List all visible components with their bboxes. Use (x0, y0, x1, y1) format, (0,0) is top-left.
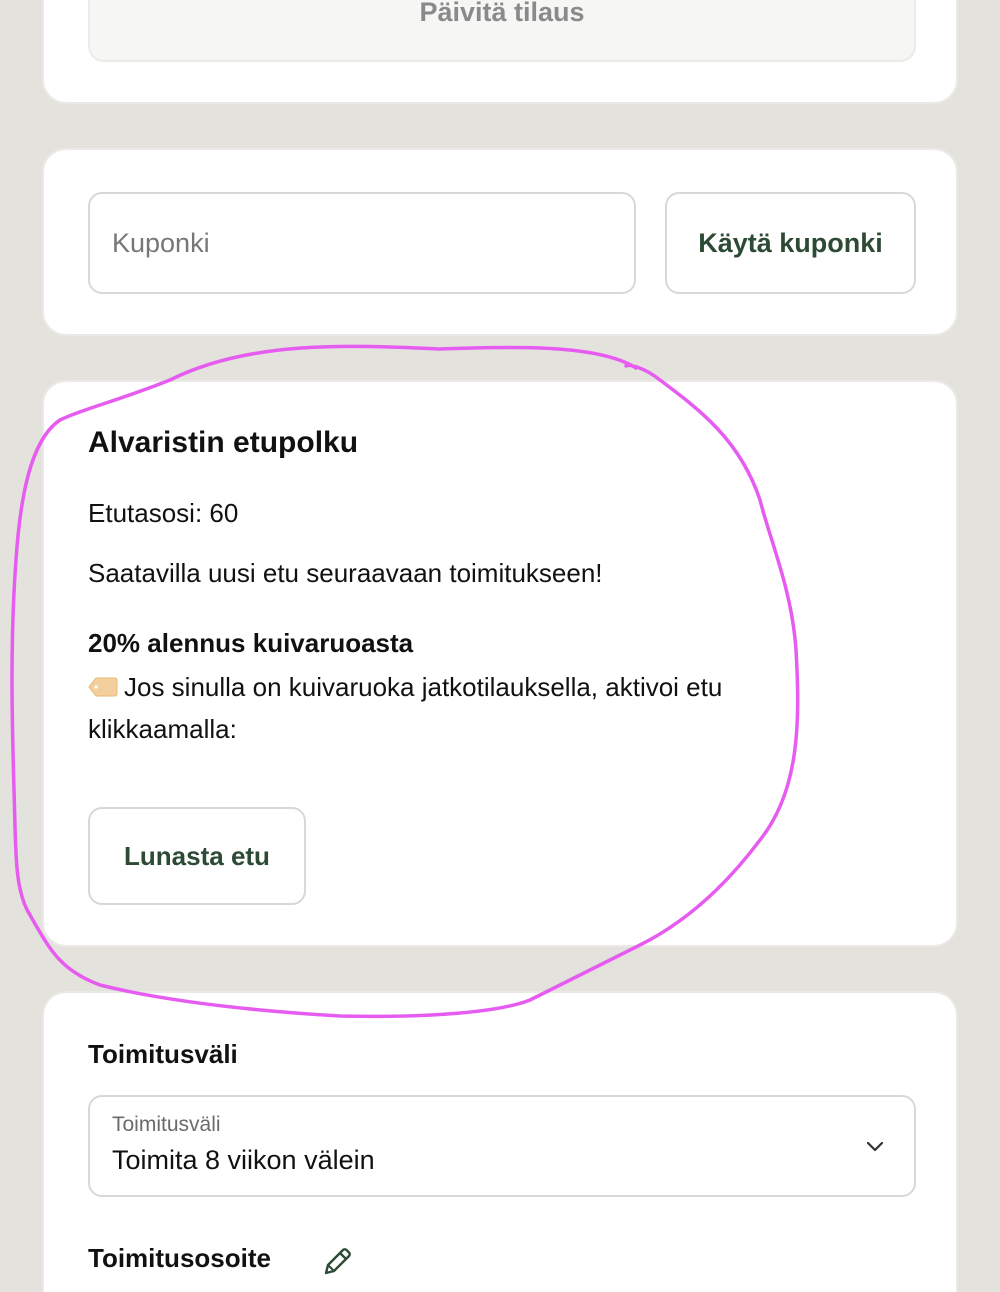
perk-description-text: Jos sinulla on kuivaruoka jatkotilauksel… (88, 672, 723, 744)
perk-level-text: Etutasosi: 60 (88, 498, 239, 528)
apply-coupon-button[interactable]: Käytä kuponki (665, 192, 916, 294)
pencil-icon[interactable] (320, 1245, 354, 1279)
coupon-card: Käytä kuponki (42, 148, 958, 336)
delivery-interval-select-label: Toimitusväli (112, 1113, 221, 1136)
redeem-perk-button[interactable]: Lunasta etu (88, 807, 306, 905)
perk-available-text: Saatavilla uusi etu seuraavaan toimituks… (88, 558, 603, 588)
chevron-down-icon (866, 1141, 884, 1152)
perk-name: 20% alennus kuivaruoasta (88, 628, 414, 658)
perks-title: Alvaristin etupolku (88, 426, 359, 459)
perks-card: Alvaristin etupolku Etutasosi: 60 Saatav… (42, 380, 958, 947)
delivery-interval-select[interactable]: Toimitusväli Toimita 8 viikon välein (88, 1095, 916, 1197)
update-order-button[interactable]: Päivitä tilaus (88, 0, 916, 62)
delivery-address-title: Toimitusosoite (88, 1243, 271, 1273)
delivery-card: Toimitusväli Toimitusväli Toimita 8 viik… (42, 991, 958, 1292)
update-order-card: Päivitä tilaus (42, 0, 958, 104)
delivery-interval-title: Toimitusväli (88, 1039, 238, 1069)
perk-description: Jos sinulla on kuivaruoka jatkotilauksel… (88, 666, 788, 750)
coupon-input[interactable] (88, 192, 636, 294)
label-tag-icon (88, 677, 118, 697)
page: Päivitä tilaus Käytä kuponki Alvaristin … (0, 0, 1000, 1292)
delivery-interval-select-value: Toimita 8 viikon välein (112, 1145, 375, 1175)
